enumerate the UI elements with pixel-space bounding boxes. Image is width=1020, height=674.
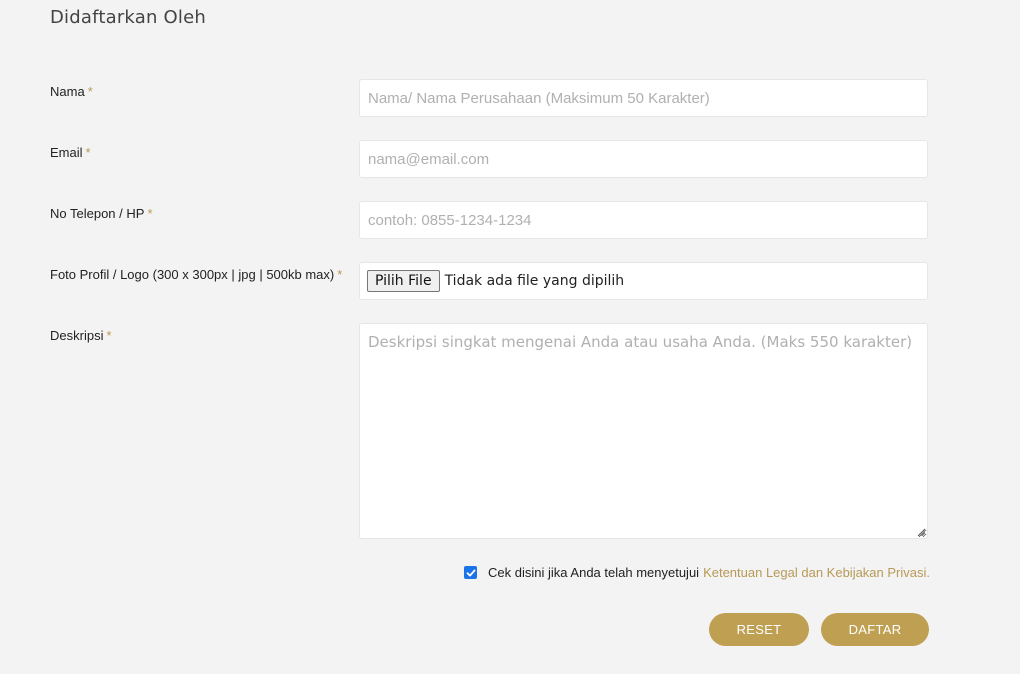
photo-label-text: Foto Profil / Logo (300 x 300px | jpg | …	[50, 267, 335, 282]
checkmark-icon	[466, 569, 476, 576]
section-title: Didaftarkan Oleh	[50, 7, 206, 28]
email-label-text: Email	[50, 145, 83, 160]
photo-label: Foto Profil / Logo (300 x 300px | jpg | …	[50, 267, 342, 282]
phone-label: No Telepon / HP *	[50, 206, 153, 221]
description-label: Deskripsi *	[50, 328, 112, 343]
email-input[interactable]	[360, 141, 927, 177]
description-field	[359, 323, 928, 539]
submit-button[interactable]: DAFTAR	[821, 613, 929, 646]
resize-handle-icon[interactable]	[917, 528, 925, 536]
nama-input[interactable]	[360, 80, 927, 116]
choose-file-button[interactable]: Pilih File	[367, 270, 440, 292]
reset-button[interactable]: RESET	[709, 613, 809, 646]
registration-form: Didaftarkan Oleh Nama* Email* No Telepon…	[0, 0, 1020, 674]
required-mark: *	[87, 84, 93, 99]
agreement-checkbox[interactable]	[464, 566, 478, 579]
agreement-text: Cek disini jika Anda telah menyetujui	[488, 565, 700, 580]
required-mark: *	[106, 328, 112, 343]
nama-field	[359, 79, 928, 117]
description-label-text: Deskripsi	[50, 328, 104, 343]
photo-file-field: Pilih File Tidak ada file yang dipilih	[359, 262, 928, 300]
email-field	[359, 140, 928, 178]
email-label: Email *	[50, 145, 91, 160]
nama-label-text: Nama	[50, 84, 85, 99]
description-textarea[interactable]	[360, 324, 927, 538]
file-status-text: Tidak ada file yang dipilih	[444, 273, 625, 289]
phone-label-text: No Telepon / HP	[50, 206, 145, 221]
phone-input[interactable]	[360, 202, 927, 238]
required-mark: *	[85, 145, 91, 160]
required-mark: *	[147, 206, 153, 221]
agreement-row: Cek disini jika Anda telah menyetujui Ke…	[464, 565, 930, 580]
required-mark: *	[337, 267, 343, 282]
phone-field	[359, 201, 928, 239]
legal-privacy-link[interactable]: Ketentuan Legal dan Kebijakan Privasi.	[703, 565, 930, 580]
nama-label: Nama *	[50, 84, 93, 99]
